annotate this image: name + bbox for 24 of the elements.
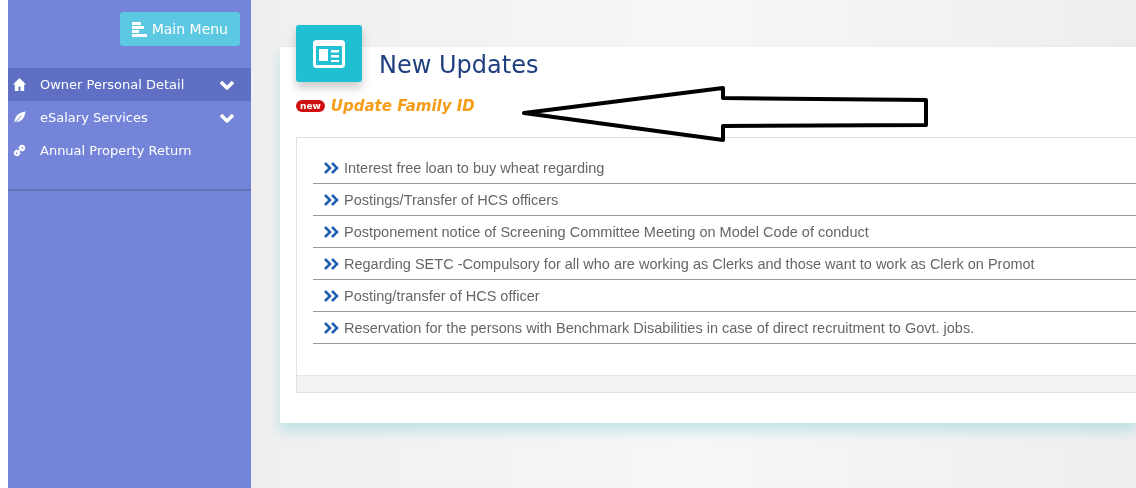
home-icon xyxy=(12,77,27,92)
link-icon xyxy=(12,143,27,158)
update-link[interactable]: Regarding SETC -Compulsory for all who are working as Clerks and those want to work as Clerk on Promot xyxy=(344,255,1035,272)
menu-icon xyxy=(131,21,148,37)
update-link[interactable]: Reservation for the persons with Benchmark Disabilities in case of direct recruitment to Govt. jobs. xyxy=(344,319,975,336)
double-chevron-icon xyxy=(323,192,340,207)
update-link[interactable]: Postponement notice of Screening Committee Meeting on Model Code of conduct xyxy=(344,223,869,240)
sidebar-item[interactable]: Annual Property Return xyxy=(8,134,251,167)
newspaper-icon xyxy=(313,39,345,68)
chevron-down-icon[interactable] xyxy=(219,78,235,91)
update-link[interactable]: Interest free loan to buy wheat regarding xyxy=(344,159,605,176)
double-chevron-icon xyxy=(323,160,340,175)
update-link[interactable]: Postings/Transfer of HCS officers xyxy=(344,191,559,208)
leaf-icon xyxy=(12,110,27,125)
panel-title: New Updates xyxy=(379,50,540,81)
double-chevron-icon xyxy=(323,256,340,271)
double-chevron-icon xyxy=(323,320,340,335)
double-chevron-icon xyxy=(323,288,340,303)
sidebar-item[interactable]: eSalary Services xyxy=(8,101,251,134)
sidebar-item[interactable]: Owner Personal Detail xyxy=(8,68,251,101)
new-badge: new xyxy=(296,100,325,112)
chevron-down-icon[interactable] xyxy=(219,111,235,124)
double-chevron-icon xyxy=(323,224,340,239)
update-link[interactable]: Posting/transfer of HCS officer xyxy=(344,287,540,304)
